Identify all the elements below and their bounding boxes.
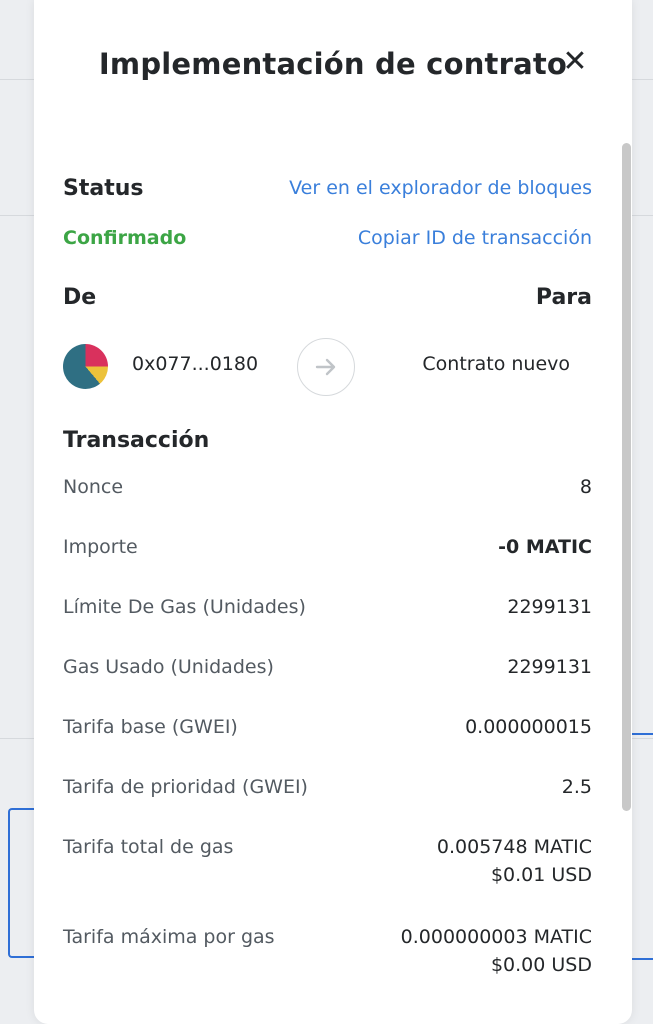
tx-value-group: 0.005748 MATIC $0.01 USD [437, 836, 592, 886]
status-value-row: Confirmado Copiar ID de transacción [63, 212, 592, 264]
copy-transaction-id-link[interactable]: Copiar ID de transacción [358, 227, 592, 249]
tx-label: Tarifa máxima por gas [63, 926, 275, 948]
tx-value: 2.5 [561, 776, 592, 798]
tx-label: Tarifa total de gas [63, 836, 234, 858]
tx-value-group: 0.000000003 MATIC $0.00 USD [401, 926, 592, 976]
tx-value: 0.005748 MATIC [436, 836, 592, 858]
tx-value: 8 [579, 476, 592, 498]
tx-row-gas-limit: Límite De Gas (Unidades) 2299131 [63, 586, 592, 646]
tx-row-total-gas-fee: Tarifa total de gas 0.005748 MATIC $0.01… [63, 826, 592, 916]
from-to-section: 0x077...0180 Contrato nuevo [63, 332, 592, 402]
tx-row-amount: Importe -0 MATIC [63, 526, 592, 586]
background-accent-line [629, 958, 653, 960]
tx-label: Nonce [63, 476, 124, 498]
transaction-heading: Transacción [63, 427, 210, 453]
tx-label: Tarifa base (GWEI) [63, 716, 238, 738]
avatar [63, 344, 108, 389]
modal-content: Status Ver en el explorador de bloques C… [63, 165, 592, 1006]
modal-title: Implementación de contrato [98, 47, 568, 81]
tx-value: 0.000000015 [465, 716, 592, 738]
close-icon[interactable]: ✕ [560, 44, 590, 79]
tx-label: Tarifa de prioridad (GWEI) [63, 776, 308, 798]
scrollbar[interactable] [622, 143, 631, 811]
from-to-labels: De Para [63, 264, 592, 330]
view-in-explorer-link[interactable]: Ver en el explorador de bloques [289, 177, 592, 199]
tx-value-usd: $0.00 USD [490, 954, 592, 976]
tx-value: -0 MATIC [498, 536, 592, 558]
tx-label: Importe [63, 536, 138, 558]
tx-row-gas-used: Gas Usado (Unidades) 2299131 [63, 646, 592, 706]
status-label: Status [63, 175, 144, 201]
transaction-details-modal: Implementación de contrato ✕ Status Ver … [34, 0, 632, 1024]
modal-header: Implementación de contrato ✕ [34, 40, 632, 88]
to-label: Para [535, 284, 592, 310]
from-label: De [63, 284, 97, 310]
tx-label: Límite De Gas (Unidades) [63, 596, 306, 618]
arrow-right-icon [297, 338, 355, 396]
tx-row-nonce: Nonce 8 [63, 466, 592, 526]
to-address: Contrato nuevo [422, 353, 570, 375]
background-accent-line [629, 733, 653, 735]
tx-row-base-fee: Tarifa base (GWEI) 0.000000015 [63, 706, 592, 766]
tx-value: 0.000000003 MATIC [400, 926, 592, 948]
transaction-heading-row: Transacción [63, 414, 592, 466]
tx-value: 2299131 [507, 596, 592, 618]
tx-row-priority-fee: Tarifa de prioridad (GWEI) 2.5 [63, 766, 592, 826]
tx-value-usd: $0.01 USD [490, 864, 592, 886]
tx-value: 2299131 [507, 656, 592, 678]
tx-label: Gas Usado (Unidades) [63, 656, 274, 678]
status-badge: Confirmado [63, 227, 187, 249]
status-row: Status Ver en el explorador de bloques [63, 165, 592, 211]
tx-row-max-fee-per-gas: Tarifa máxima por gas 0.000000003 MATIC … [63, 916, 592, 1006]
from-address[interactable]: 0x077...0180 [132, 353, 258, 375]
